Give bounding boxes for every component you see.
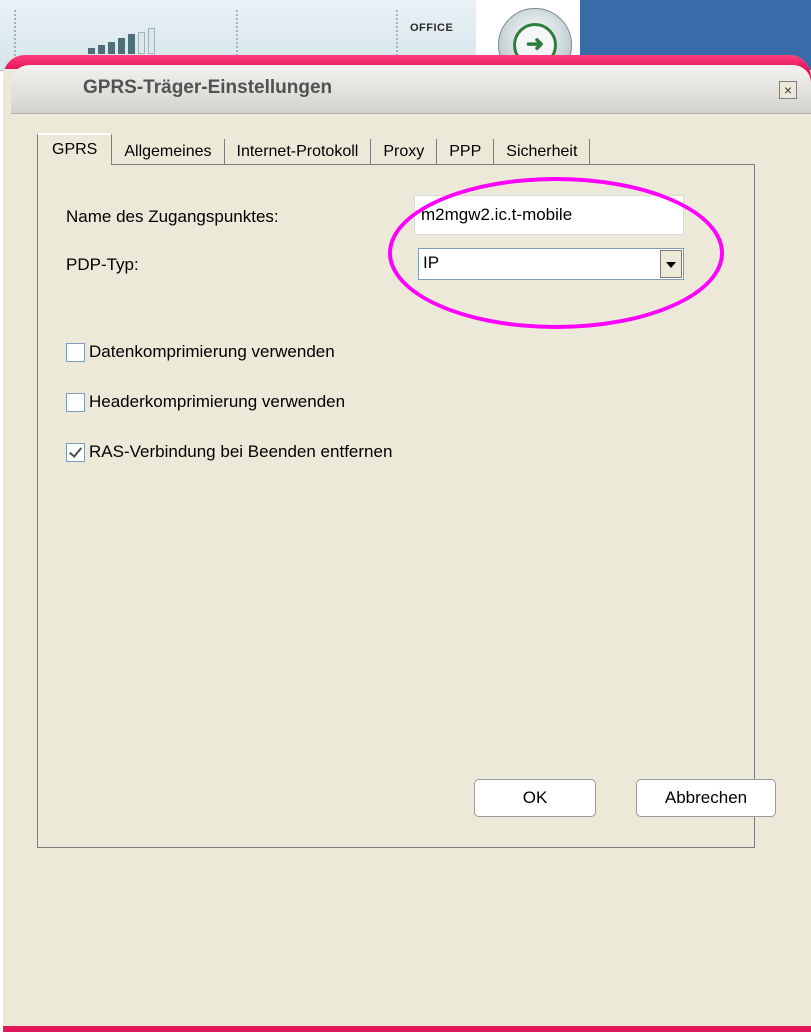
tab-bar: GPRS Allgemeines Internet-Protokoll Prox… <box>37 133 591 165</box>
tab-proxy[interactable]: Proxy <box>371 139 438 165</box>
close-button[interactable]: × <box>779 81 797 99</box>
checkbox-label: RAS-Verbindung bei Beenden entfernen <box>89 442 393 461</box>
chevron-down-icon[interactable] <box>660 250 682 278</box>
gprs-tab-panel: Name des Zugangspunktes: PDP-Typ: IP Dat… <box>37 164 755 848</box>
gprs-settings-dialog: GPRS-Träger-Einstellungen × GPRS Allgeme… <box>3 55 811 1032</box>
dialog-title: GPRS-Träger-Einstellungen <box>83 77 333 98</box>
tab-allgemeines[interactable]: Allgemeines <box>112 139 225 165</box>
dotted-divider <box>14 10 16 60</box>
checkbox-header-compression[interactable]: Headerkomprimierung verwenden <box>66 392 345 412</box>
office-label: OFFICE <box>410 22 454 34</box>
checkbox-remove-ras-connection[interactable]: RAS-Verbindung bei Beenden entfernen <box>66 442 392 462</box>
dialog-frame-bottom <box>3 1026 811 1032</box>
checkbox-data-compression[interactable]: Datenkomprimierung verwenden <box>66 342 335 362</box>
apn-input[interactable] <box>414 195 684 235</box>
checkbox-label: Headerkomprimierung verwenden <box>89 392 346 411</box>
tab-gprs[interactable]: GPRS <box>37 133 113 165</box>
tab-internet-protokoll[interactable]: Internet-Protokoll <box>224 139 372 165</box>
pdp-type-select[interactable]: IP <box>418 248 684 280</box>
apn-label: Name des Zugangspunktes: <box>66 207 279 226</box>
checkbox-box[interactable] <box>66 342 85 362</box>
signal-strength-icon <box>88 28 155 54</box>
ok-button[interactable]: OK <box>474 779 596 817</box>
dotted-divider <box>396 10 398 60</box>
tab-sicherheit[interactable]: Sicherheit <box>494 139 591 165</box>
checkbox-label: Datenkomprimierung verwenden <box>89 342 335 361</box>
dotted-divider <box>236 10 238 60</box>
tab-ppp[interactable]: PPP <box>437 139 495 165</box>
close-icon: × <box>783 82 793 98</box>
pdp-type-label: PDP-Typ: <box>66 255 139 274</box>
cancel-button[interactable]: Abbrechen <box>636 779 776 817</box>
dialog-titlebar[interactable]: GPRS-Träger-Einstellungen × <box>11 65 811 114</box>
checkbox-box[interactable] <box>66 442 85 462</box>
checkbox-box[interactable] <box>66 392 85 412</box>
pdp-type-value: IP <box>423 253 440 272</box>
